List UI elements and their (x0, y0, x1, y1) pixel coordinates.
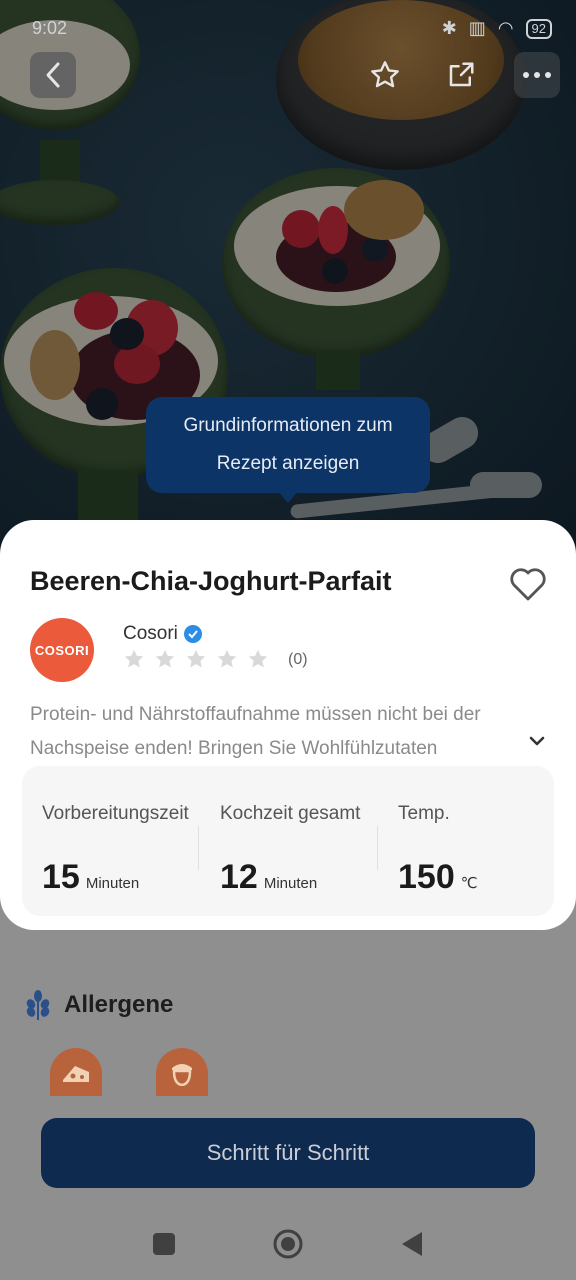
recent-apps-button[interactable] (152, 1232, 176, 1261)
allergens-title: Allergene (64, 991, 174, 1018)
prep-time-label: Vorbereitungszeit (42, 803, 189, 824)
tooltip-line-1: Grundinformationen zum (183, 415, 393, 436)
home-button[interactable] (272, 1228, 304, 1265)
status-bar: 9:02 ✱ ▥ ◠ 92 (24, 14, 552, 44)
more-icon (523, 72, 551, 78)
star-icon (217, 649, 237, 668)
recipe-stats-card: Vorbereitungszeit 15 Minuten Kochzeit ge… (22, 766, 554, 916)
recipe-description: Protein- und Nährstoffaufnahme müssen ni… (30, 704, 481, 759)
system-nav-bar (0, 1210, 576, 1280)
cook-time: Kochzeit gesamt 12 Minuten (220, 766, 380, 916)
square-icon (153, 1233, 175, 1255)
star-icon (124, 649, 144, 668)
cook-time-value: 12 (220, 858, 258, 896)
chevron-left-icon (46, 62, 60, 88)
wheat-icon (26, 990, 50, 1020)
recipe-info-sheet: Beeren-Chia-Joghurt-Parfait COSORI Cosor… (0, 520, 576, 930)
rating-stars (123, 648, 269, 670)
back-nav-button[interactable] (400, 1230, 424, 1263)
star-icon (155, 649, 175, 668)
battery-indicator: 92 (525, 18, 552, 39)
cheese-icon (63, 1066, 89, 1082)
bluetooth-icon: ✱ (441, 18, 457, 38)
status-time: 9:02 (32, 18, 68, 38)
author-name[interactable]: Cosori (123, 623, 178, 645)
like-button[interactable] (508, 566, 548, 602)
triangle-back-icon (402, 1232, 422, 1256)
more-options-button[interactable] (514, 52, 560, 98)
info-tooltip[interactable]: Grundinformationen zum Rezept anzeigen (146, 397, 430, 503)
favorite-star-button[interactable] (362, 52, 408, 98)
tooltip-line-2: Rezept anzeigen (216, 453, 360, 474)
allergen-nut[interactable] (156, 1048, 208, 1096)
back-button[interactable] (30, 52, 76, 98)
temperature-value: 150 (398, 858, 455, 896)
expand-description-button[interactable] (526, 730, 548, 752)
signal-icon: ▥ (468, 18, 486, 38)
temperature: Temp. 150 ℃ (398, 766, 538, 916)
star-icon (186, 649, 206, 668)
heart-icon (510, 568, 546, 601)
share-icon (449, 62, 474, 87)
temperature-label: Temp. (398, 803, 450, 824)
rating-count: (0) (288, 651, 308, 668)
step-by-step-button[interactable]: Schritt für Schritt (41, 1118, 535, 1188)
temperature-unit: ℃ (460, 875, 478, 892)
circle-icon (273, 1229, 303, 1259)
recipe-title: Beeren-Chia-Joghurt-Parfait (30, 566, 392, 596)
wifi-icon: ◠ (497, 18, 514, 38)
star-icon (371, 61, 399, 88)
share-button[interactable] (438, 52, 484, 98)
acorn-icon (172, 1064, 192, 1086)
verified-badge-icon (183, 625, 202, 643)
prep-time-unit: Minuten (85, 875, 140, 892)
author-avatar[interactable]: COSORI (30, 618, 94, 682)
prep-time-value: 15 (42, 858, 80, 896)
chevron-down-icon (529, 736, 545, 746)
prep-time: Vorbereitungszeit 15 Minuten (42, 766, 202, 916)
allergen-cheese[interactable] (50, 1048, 102, 1096)
star-icon (248, 649, 268, 668)
allergens-header: Allergene (24, 990, 173, 1020)
cook-time-unit: Minuten (263, 875, 318, 892)
cook-time-label: Kochzeit gesamt (220, 803, 361, 824)
